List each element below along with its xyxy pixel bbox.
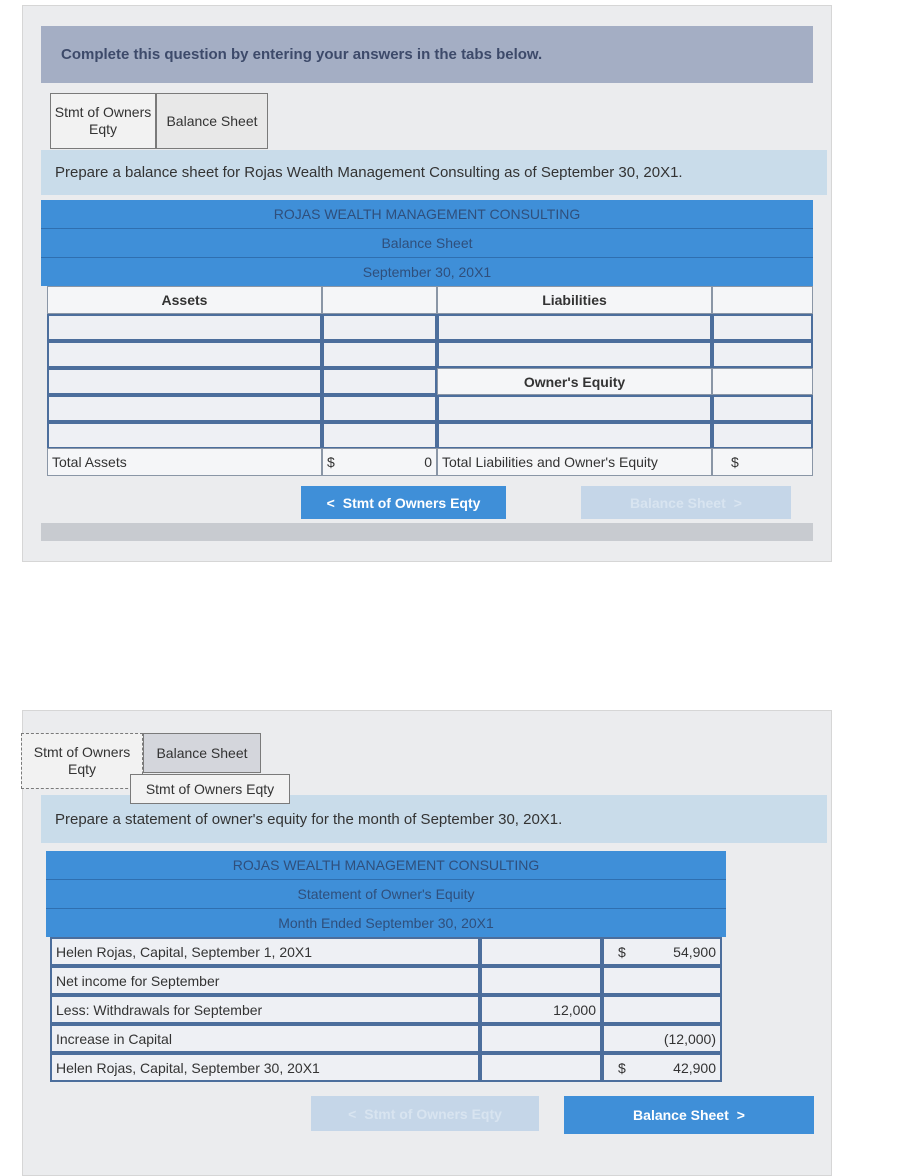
assets-amount-header (322, 286, 437, 314)
prev-button[interactable]: < Stmt of Owners Eqty (301, 486, 506, 519)
asset-name-input[interactable] (47, 341, 322, 368)
next-button-label: Balance Sheet (633, 1107, 729, 1123)
amount: (12,000) (663, 1030, 716, 1047)
chevron-right-icon: > (733, 494, 742, 511)
amount: 0 (424, 454, 432, 470)
owners-equity-amount (712, 368, 813, 395)
statement-period: Month Ended September 30, 20X1 (278, 915, 494, 931)
table-row-col2[interactable]: $42,900 (602, 1053, 722, 1082)
liability-amount-input[interactable] (712, 314, 813, 341)
tab-tooltip: Stmt of Owners Eqty (130, 774, 290, 804)
liability-amount-input[interactable] (712, 395, 813, 422)
table-row-col1[interactable] (480, 966, 602, 995)
instruction: Prepare a balance sheet for Rojas Wealth… (41, 150, 827, 195)
tab-balance-sheet[interactable]: Balance Sheet (143, 733, 261, 773)
table-row-col1[interactable]: 12,000 (480, 995, 602, 1024)
asset-name-input[interactable] (47, 395, 322, 422)
currency: $ (731, 454, 739, 470)
table-row-col2[interactable]: $54,900 (602, 937, 722, 966)
table-row-label[interactable]: Less: Withdrawals for September (50, 995, 480, 1024)
table-row-col1[interactable] (480, 937, 602, 966)
amount: 42,900 (673, 1059, 716, 1076)
balance-sheet-panel: Complete this question by entering your … (22, 5, 832, 562)
amount: 54,900 (673, 943, 716, 960)
asset-amount-input[interactable] (322, 341, 437, 368)
asset-name-input[interactable] (47, 422, 322, 449)
table-row-label[interactable]: Net income for September (50, 966, 480, 995)
prev-button[interactable]: < Stmt of Owners Eqty (311, 1096, 539, 1131)
assets-header: Assets (47, 286, 322, 314)
currency: $ (327, 454, 335, 470)
table-row-label[interactable]: Helen Rojas, Capital, September 30, 20X1 (50, 1053, 480, 1082)
chevron-left-icon: < (348, 1105, 357, 1122)
liability-amount-input[interactable] (712, 341, 813, 368)
owners-equity-panel: Stmt of Owners Eqty Balance Sheet Stmt o… (21, 710, 832, 1176)
table-row-col2[interactable]: (12,000) (602, 1024, 722, 1053)
liability-name-input[interactable] (437, 341, 712, 368)
table-row-label[interactable]: Increase in Capital (50, 1024, 480, 1053)
liabilities-header: Liabilities (437, 286, 712, 314)
statement-title: Balance Sheet (41, 229, 813, 258)
liability-name-input[interactable] (437, 314, 712, 341)
table-header: ROJAS WEALTH MANAGEMENT CONSULTING State… (46, 851, 726, 937)
table-row-col1[interactable] (480, 1024, 602, 1053)
tab-stmt-owners-eqty[interactable]: Stmt of Owners Eqty (50, 93, 156, 149)
asset-name-input[interactable] (47, 368, 322, 395)
horizontal-scrollbar[interactable] (41, 523, 813, 541)
next-button[interactable]: Balance Sheet > (564, 1096, 814, 1134)
table-row-col1[interactable] (480, 1053, 602, 1082)
total-liabilities-equity-value: $ (712, 448, 813, 476)
table-row-col2[interactable] (602, 966, 722, 995)
next-button-label: Balance Sheet (630, 494, 726, 511)
liability-name-input[interactable] (437, 395, 712, 422)
table-header: ROJAS WEALTH MANAGEMENT CONSULTING Balan… (41, 200, 813, 286)
asset-amount-input[interactable] (322, 368, 437, 395)
total-assets-value: $0 (322, 448, 437, 476)
currency: $ (618, 1059, 626, 1076)
asset-name-input[interactable] (47, 314, 322, 341)
tab-stmt-owners-eqty[interactable]: Stmt of Owners Eqty (21, 733, 143, 789)
liabilities-amount-header (712, 286, 813, 314)
asset-amount-input[interactable] (322, 422, 437, 449)
total-assets-label: Total Assets (47, 448, 322, 476)
statement-title: Statement of Owner's Equity (46, 880, 726, 909)
liability-amount-input[interactable] (712, 422, 813, 449)
total-liabilities-equity-label: Total Liabilities and Owner's Equity (437, 448, 712, 476)
owners-equity-header: Owner's Equity (437, 368, 712, 395)
chevron-left-icon: < (326, 494, 335, 511)
company-name: ROJAS WEALTH MANAGEMENT CONSULTING (41, 200, 813, 229)
question-prompt: Complete this question by entering your … (41, 26, 813, 83)
company-name: ROJAS WEALTH MANAGEMENT CONSULTING (46, 851, 726, 880)
liability-name-input[interactable] (437, 422, 712, 449)
asset-amount-input[interactable] (322, 395, 437, 422)
chevron-right-icon: > (736, 1107, 745, 1123)
prev-button-label: Stmt of Owners Eqty (364, 1105, 502, 1122)
prev-button-label: Stmt of Owners Eqty (342, 494, 481, 511)
asset-amount-input[interactable] (322, 314, 437, 341)
next-button[interactable]: Balance Sheet > (581, 486, 791, 519)
currency: $ (618, 943, 626, 960)
table-row-label[interactable]: Helen Rojas, Capital, September 1, 20X1 (50, 937, 480, 966)
tab-balance-sheet[interactable]: Balance Sheet (156, 93, 268, 149)
statement-date: September 30, 20X1 (362, 264, 492, 280)
table-row-col2[interactable] (602, 995, 722, 1024)
